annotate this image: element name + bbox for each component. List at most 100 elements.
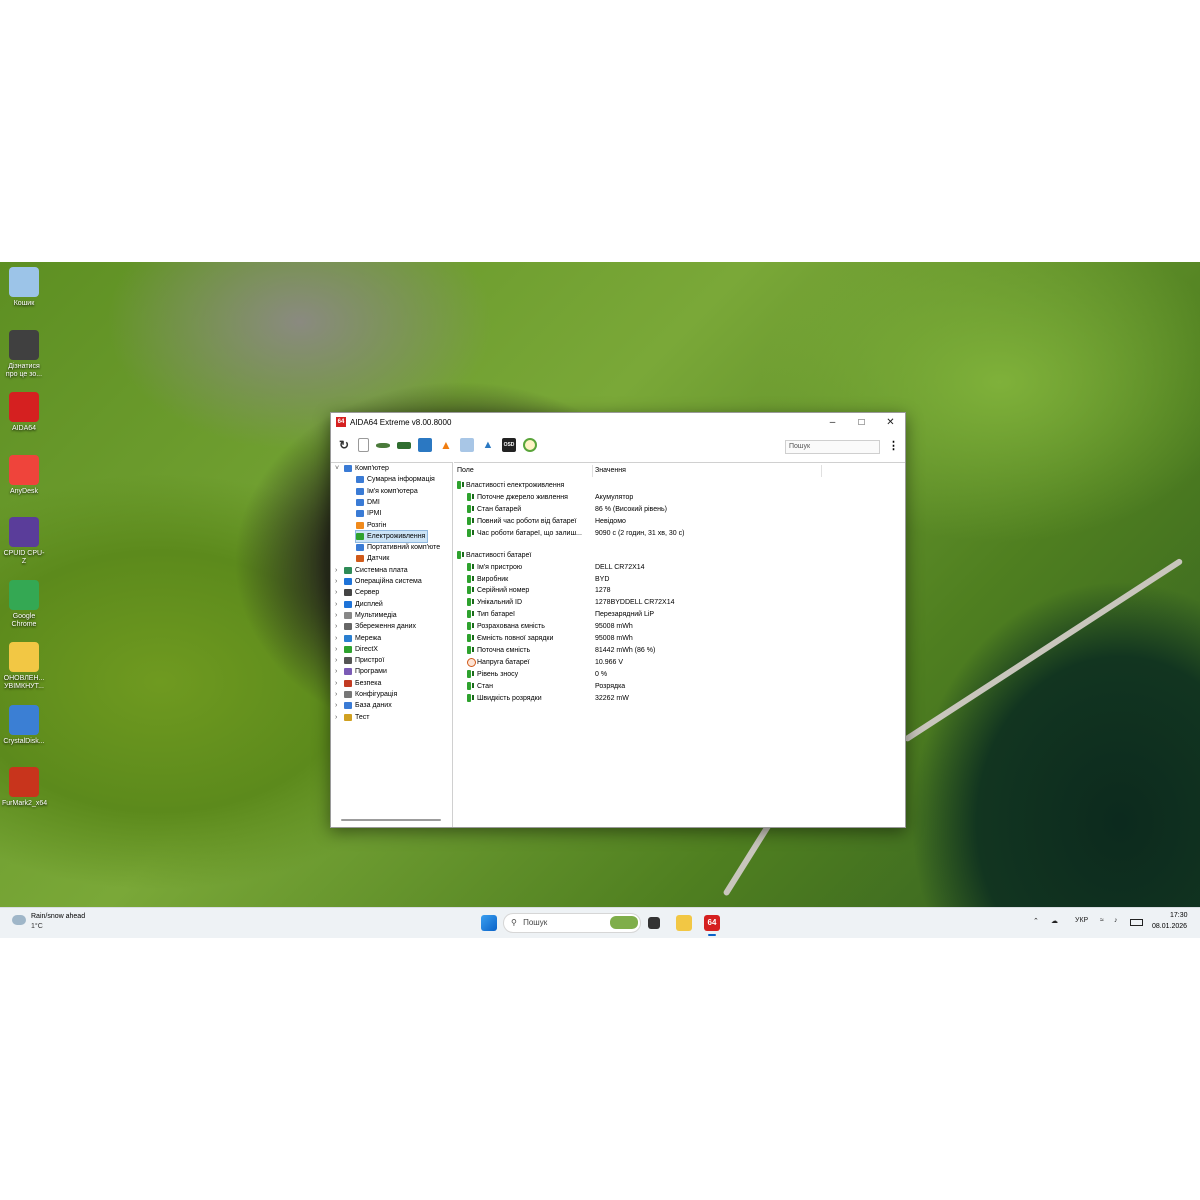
chevron-right-icon[interactable]: ›	[335, 587, 337, 598]
user-icon[interactable]: ▲	[481, 438, 495, 452]
table-row[interactable]: Розрахована ємність 95008 mWh	[467, 621, 887, 632]
network-icon[interactable]	[418, 438, 432, 452]
tree-item[interactable]: › Конфігурація	[335, 689, 397, 700]
tree-item[interactable]: › Системна плата	[335, 565, 408, 576]
chevron-right-icon[interactable]: ›	[335, 610, 337, 621]
tree-item[interactable]: ˅ Комп'ютер	[335, 463, 389, 474]
tree-item[interactable]: Розгін	[356, 520, 386, 531]
tree-item[interactable]: › Збереження даних	[335, 621, 416, 632]
desktop-icon[interactable]: CPUID CPU-Z	[2, 517, 46, 566]
tree-item[interactable]: › База даних	[335, 700, 392, 711]
table-row[interactable]: Серійний номер 1278	[467, 585, 887, 596]
tree-item[interactable]: › Мережа	[335, 633, 381, 644]
file-explorer-icon[interactable]	[676, 915, 692, 931]
tree-item[interactable]: Сумарна інформація	[356, 474, 435, 485]
chevron-right-icon[interactable]: ›	[335, 689, 337, 700]
horizontal-scrollbar[interactable]	[341, 819, 441, 821]
chevron-right-icon[interactable]: ›	[335, 565, 337, 576]
cloud-offline-icon[interactable]: ☁	[1051, 917, 1058, 925]
table-row[interactable]: Стан Розрядка	[467, 681, 887, 692]
task-view-icon[interactable]	[648, 917, 660, 929]
tree-item[interactable]: › Тест	[335, 712, 369, 723]
tree-item[interactable]: › Операційна система	[335, 576, 422, 587]
chevron-right-icon[interactable]: ›	[335, 644, 337, 655]
tree-item[interactable]: › Безпека	[335, 678, 381, 689]
chevron-right-icon[interactable]: ›	[335, 678, 337, 689]
tree-item[interactable]: IPMI	[356, 508, 381, 519]
column-header-value[interactable]: Значення	[595, 467, 626, 474]
desktop-icon[interactable]: FurMark2_x64	[2, 767, 47, 808]
language-indicator[interactable]: УКР	[1075, 917, 1088, 924]
tree-item[interactable]: › DirectX	[335, 644, 378, 655]
tree-item[interactable]: Датчик	[356, 553, 389, 564]
close-button[interactable]: ✕	[876, 413, 905, 431]
tree-item[interactable]: Портативний комп'юте	[356, 542, 440, 553]
table-row[interactable]: Унікальний ID 1278BYDDELL CR72X14	[467, 597, 887, 608]
table-row[interactable]: Тип батареї Перезарядний LiP	[467, 609, 887, 620]
chevron-right-icon[interactable]: ›	[335, 666, 337, 677]
refresh-icon[interactable]: ↻	[337, 438, 351, 452]
aida64-taskbar-icon[interactable]: 64	[704, 915, 720, 931]
table-row[interactable]: Ємність повної зарядки 95008 mWh	[467, 633, 887, 644]
chevron-right-icon[interactable]: ›	[335, 599, 337, 610]
more-options-icon[interactable]: ⋮	[888, 439, 899, 452]
volume-icon[interactable]: ♪	[1114, 917, 1118, 924]
motherboard-icon[interactable]	[376, 442, 390, 448]
weather-text[interactable]: Rain/snow ahead	[31, 913, 85, 920]
clock-date[interactable]: 08.01.2026	[1152, 923, 1187, 930]
clock-time[interactable]: 17:30	[1170, 912, 1188, 919]
flame-icon[interactable]: ▲	[439, 438, 453, 452]
section-header[interactable]: Властивості батареї	[457, 550, 531, 561]
chevron-right-icon[interactable]: ›	[335, 700, 337, 711]
osd-icon[interactable]: OSD	[502, 438, 516, 452]
battery-tray-icon[interactable]	[1130, 919, 1143, 926]
weather-icon[interactable]	[12, 915, 26, 925]
taskbar-search[interactable]: ⚲ Пошук	[503, 913, 641, 933]
table-row[interactable]: Ім'я пристрою DELL CR72X14	[467, 562, 887, 573]
table-row[interactable]: Швидкість розрядки 32262 mW	[467, 693, 887, 704]
wifi-icon[interactable]: ≈	[1100, 917, 1104, 924]
desktop-icon[interactable]: ОНОВЛЕН... УВІМКНУТ...	[2, 642, 46, 691]
tree-item[interactable]: › Дисплей	[335, 599, 383, 610]
tree-item[interactable]: › Сервер	[335, 587, 379, 598]
benchmark-icon[interactable]	[460, 438, 474, 452]
tree-item[interactable]: › Програми	[335, 666, 387, 677]
table-row[interactable]: Поточна ємність 81442 mWh (86 %)	[467, 645, 887, 656]
desktop-icon[interactable]: Google Chrome	[2, 579, 46, 629]
chevron-right-icon[interactable]: ›	[335, 633, 337, 644]
desktop-icon[interactable]: CrystalDisk...	[2, 704, 46, 746]
tree-item[interactable]: DMI	[356, 497, 380, 508]
table-row[interactable]: Рівень зносу 0 %	[467, 669, 887, 680]
tree-item[interactable]: › Мультимедіа	[335, 610, 397, 621]
search-input[interactable]: Пошук	[785, 440, 880, 454]
table-row[interactable]: Виробник BYD	[467, 574, 887, 585]
column-header-field[interactable]: Поле	[457, 467, 474, 474]
chevron-up-icon[interactable]: ⌃	[1033, 917, 1039, 925]
minimize-button[interactable]: –	[818, 413, 847, 431]
tree-item[interactable]: Електроживлення	[354, 529, 429, 543]
memory-icon[interactable]	[397, 441, 411, 449]
desktop-icon[interactable]: Кошик	[2, 267, 46, 308]
table-row[interactable]: Час роботи батареї, що залиш... 9090 с (2…	[467, 528, 887, 539]
section-header[interactable]: Властивості електроживлення	[457, 480, 564, 491]
chevron-right-icon[interactable]: ›	[335, 621, 337, 632]
table-row[interactable]: Поточне джерело живлення Акумулятор	[467, 492, 887, 503]
report-icon[interactable]	[358, 438, 369, 452]
chevron-right-icon[interactable]: ›	[335, 712, 337, 723]
maximize-button[interactable]: □	[847, 413, 876, 431]
desktop-icon[interactable]: AIDA64	[2, 392, 46, 433]
chevron-right-icon[interactable]: ›	[335, 655, 337, 666]
gauge-icon[interactable]	[523, 438, 537, 452]
desktop-icon[interactable]: AnyDesk	[2, 454, 46, 496]
table-row[interactable]: Стан батарей 86 % (Високий рівень)	[467, 504, 887, 515]
chevron-right-icon[interactable]: ›	[335, 576, 337, 587]
chevron-down-icon[interactable]: ˅	[335, 463, 339, 474]
start-icon[interactable]	[481, 915, 497, 931]
tree-item[interactable]: Ім'я комп'ютера	[356, 486, 418, 497]
table-row[interactable]: Напруга батареї 10.966 V	[467, 657, 887, 668]
field-cell: Стан	[477, 682, 493, 690]
tree-item[interactable]: › Пристрої	[335, 655, 384, 666]
desktop-icon[interactable]: Дізнатися про це зо...	[2, 329, 46, 379]
title-bar[interactable]: 64 AIDA64 Extreme v8.00.8000 – □ ✕	[331, 413, 905, 431]
table-row[interactable]: Повний час роботи від батареї Невідомо	[467, 516, 887, 527]
